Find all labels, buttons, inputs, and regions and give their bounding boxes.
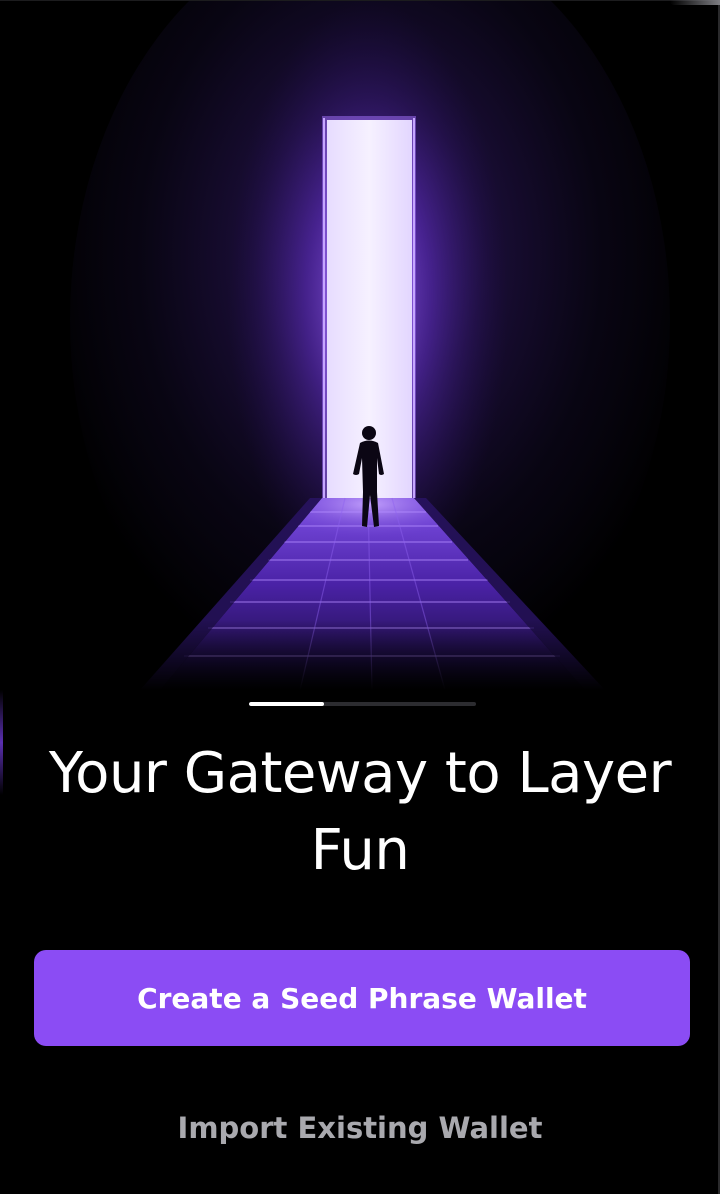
window-corner-handle [670, 0, 720, 5]
carousel-progress-fill [249, 702, 324, 706]
doorway-illustration-icon [0, 0, 720, 690]
create-seed-phrase-wallet-button[interactable]: Create a Seed Phrase Wallet [34, 950, 690, 1046]
window-edge-accent [0, 690, 3, 795]
carousel-progress-bar [249, 702, 476, 706]
import-existing-wallet-button[interactable]: Import Existing Wallet [160, 1100, 560, 1156]
page-title: Your Gateway to Layer Fun [48, 741, 672, 883]
hero-illustration [0, 0, 720, 690]
onboarding-screen: Your Gateway to Layer Fun Create a Seed … [0, 0, 720, 1194]
